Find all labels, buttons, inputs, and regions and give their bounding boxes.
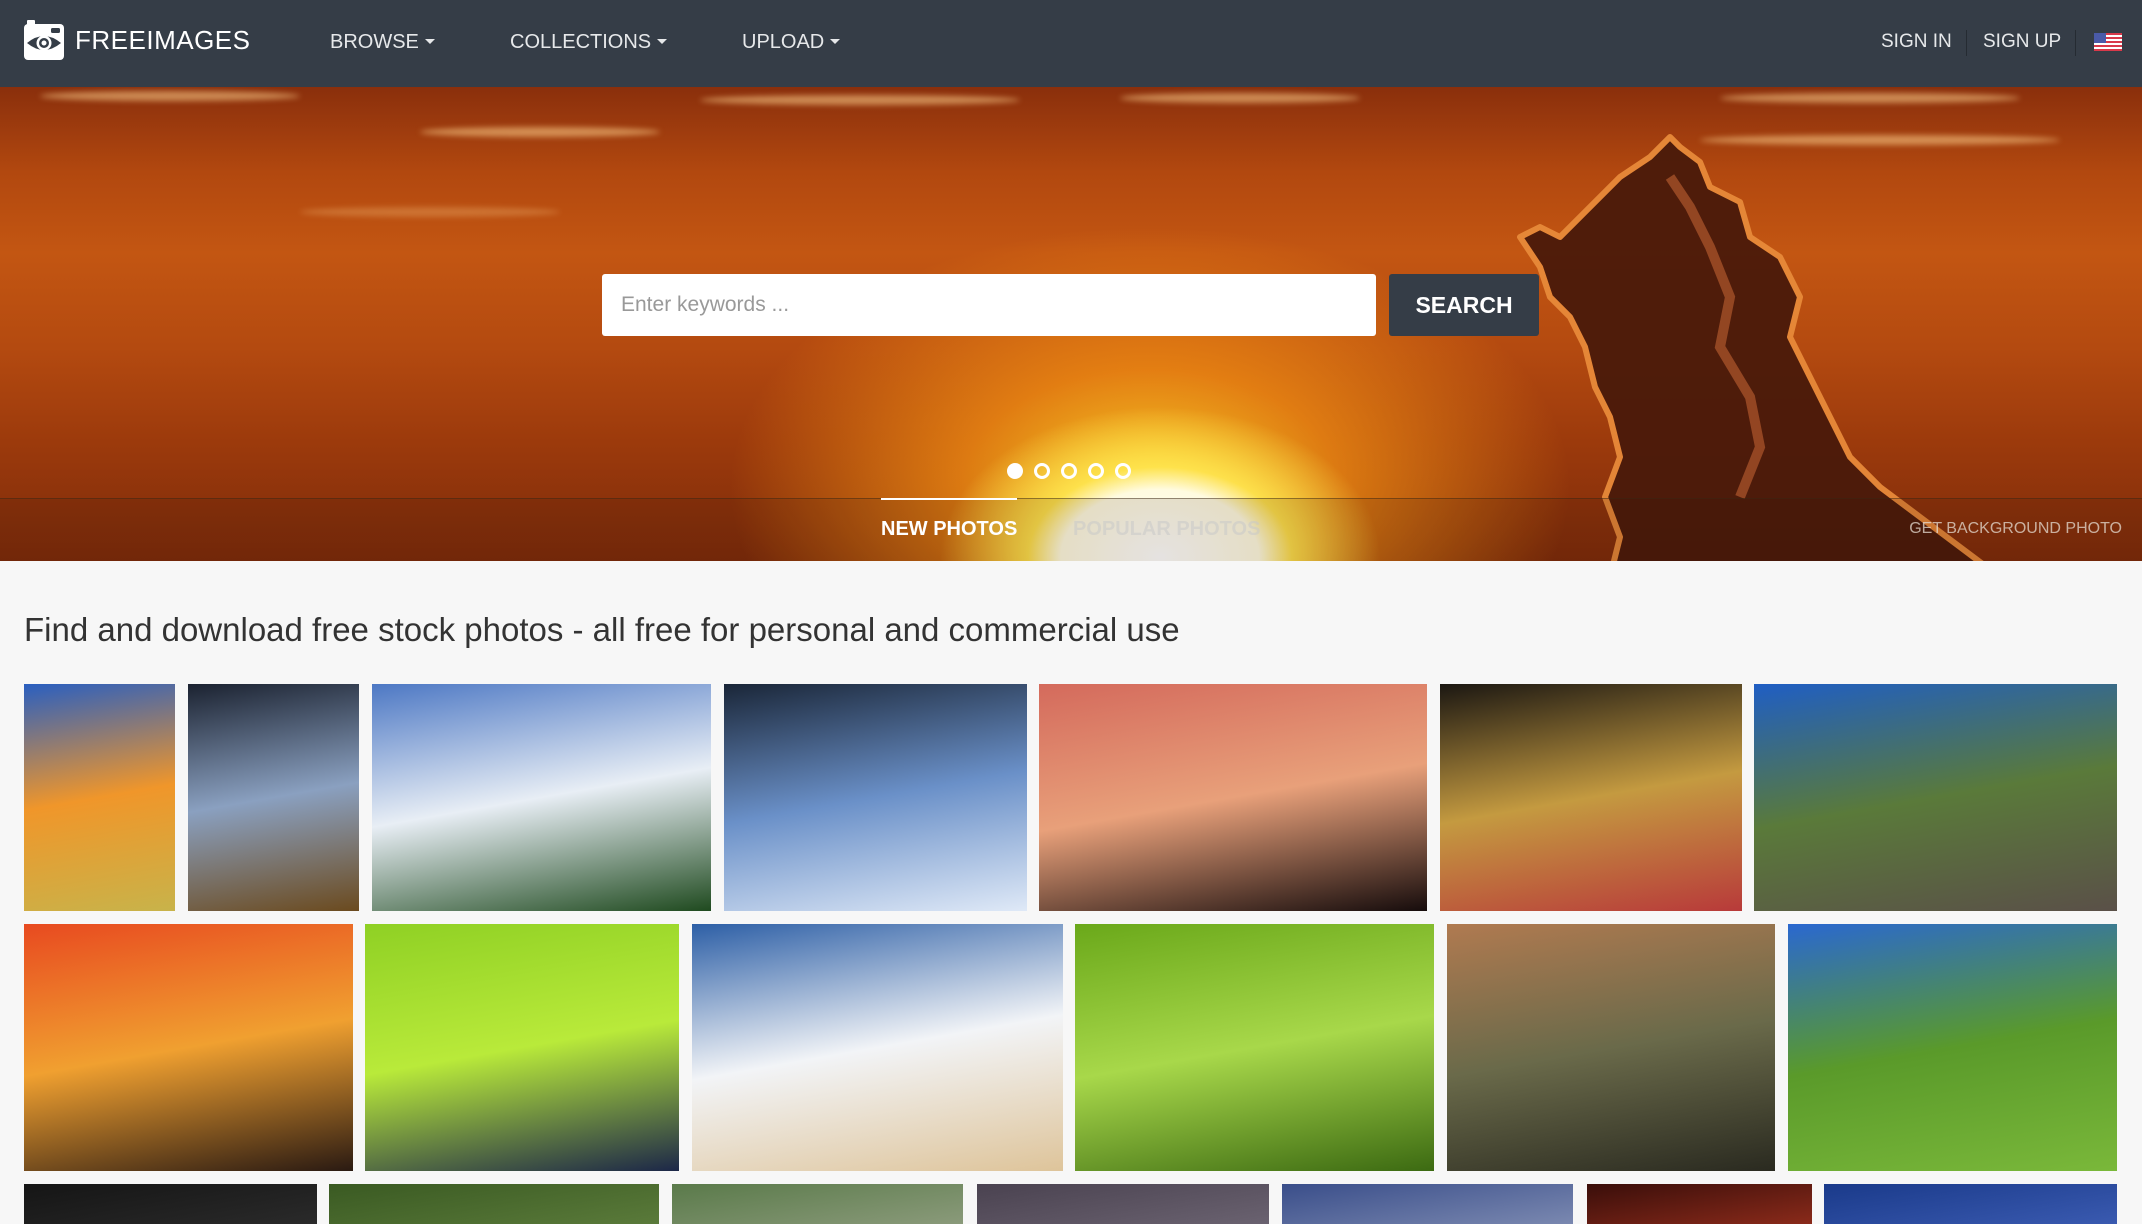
us-flag-icon[interactable] [2094,33,2122,51]
caret-down-icon [657,39,668,45]
tab-popular-photos[interactable]: POPULAR PHOTOS [1073,518,1260,541]
photo-thumbnail[interactable] [1788,924,2117,1171]
photo-thumbnail[interactable] [24,684,175,911]
cloud-streak [1120,93,1360,103]
search-button[interactable]: SEARCH [1389,274,1539,336]
tab-new-photos[interactable]: NEW PHOTOS [881,518,1017,541]
nav-divider [1966,30,1967,56]
nav-upload-label: UPLOAD [742,31,825,53]
photo-thumbnail[interactable] [692,924,1063,1171]
brand-name: FREEIMAGES [75,25,251,55]
camera-eye-icon [24,20,64,60]
cloud-streak [1720,93,2020,103]
nav-upload[interactable]: UPLOAD [742,29,841,55]
photo-thumbnail[interactable] [977,1184,1269,1224]
photo-thumbnail[interactable] [1587,1184,1812,1224]
photo-thumbnail[interactable] [672,1184,963,1224]
nav-browse[interactable]: BROWSE [330,29,435,55]
hero-tab-bar [0,498,2142,561]
top-navbar: FREEIMAGES BROWSE COLLECTIONS UPLOAD SIG… [0,0,2142,87]
active-tab-indicator [881,498,1017,500]
cloud-streak [300,207,560,217]
hero-banner: SEARCH NEW PHOTOS POPULAR PHOTOS GET BAC… [0,87,2142,561]
carousel-dot[interactable] [1061,463,1077,479]
sign-in-link[interactable]: SIGN IN [1881,29,1952,55]
photo-thumbnail[interactable] [1282,1184,1573,1224]
nav-collections-label: COLLECTIONS [510,31,652,53]
carousel-dot[interactable] [1007,463,1023,479]
photo-thumbnail[interactable] [372,684,711,911]
carousel-dot[interactable] [1034,463,1050,479]
rock-silhouette [1517,134,1984,561]
photo-thumbnail[interactable] [188,684,359,911]
get-background-photo-link[interactable]: GET BACKGROUND PHOTO [1909,520,2122,538]
search-input[interactable] [602,274,1376,336]
photo-thumbnail[interactable] [1039,684,1427,911]
photo-thumbnail[interactable] [1754,684,2117,911]
photo-thumbnail[interactable] [24,924,353,1171]
sign-up-link[interactable]: SIGN UP [1983,29,2061,55]
cloud-streak [700,95,1020,105]
caret-down-icon [830,39,841,45]
photo-thumbnail[interactable] [365,924,679,1171]
nav-divider [2075,30,2076,56]
page-headline: Find and download free stock photos - al… [24,611,1180,648]
photo-thumbnail[interactable] [1075,924,1434,1171]
photo-thumbnail[interactable] [724,684,1027,911]
photo-thumbnail[interactable] [1824,1184,2117,1224]
carousel-indicators [1007,463,1131,479]
carousel-dot[interactable] [1088,463,1104,479]
photo-thumbnail[interactable] [329,1184,659,1224]
carousel-dot[interactable] [1115,463,1131,479]
nav-browse-label: BROWSE [330,31,419,53]
photo-thumbnail[interactable] [24,1184,317,1224]
photo-thumbnail[interactable] [1440,684,1742,911]
nav-collections[interactable]: COLLECTIONS [510,29,668,55]
caret-down-icon [424,39,435,45]
photo-thumbnail[interactable] [1447,924,1775,1171]
brand-logo[interactable]: FREEIMAGES [24,20,250,60]
cloud-streak [420,127,660,137]
cloud-streak [40,91,300,101]
